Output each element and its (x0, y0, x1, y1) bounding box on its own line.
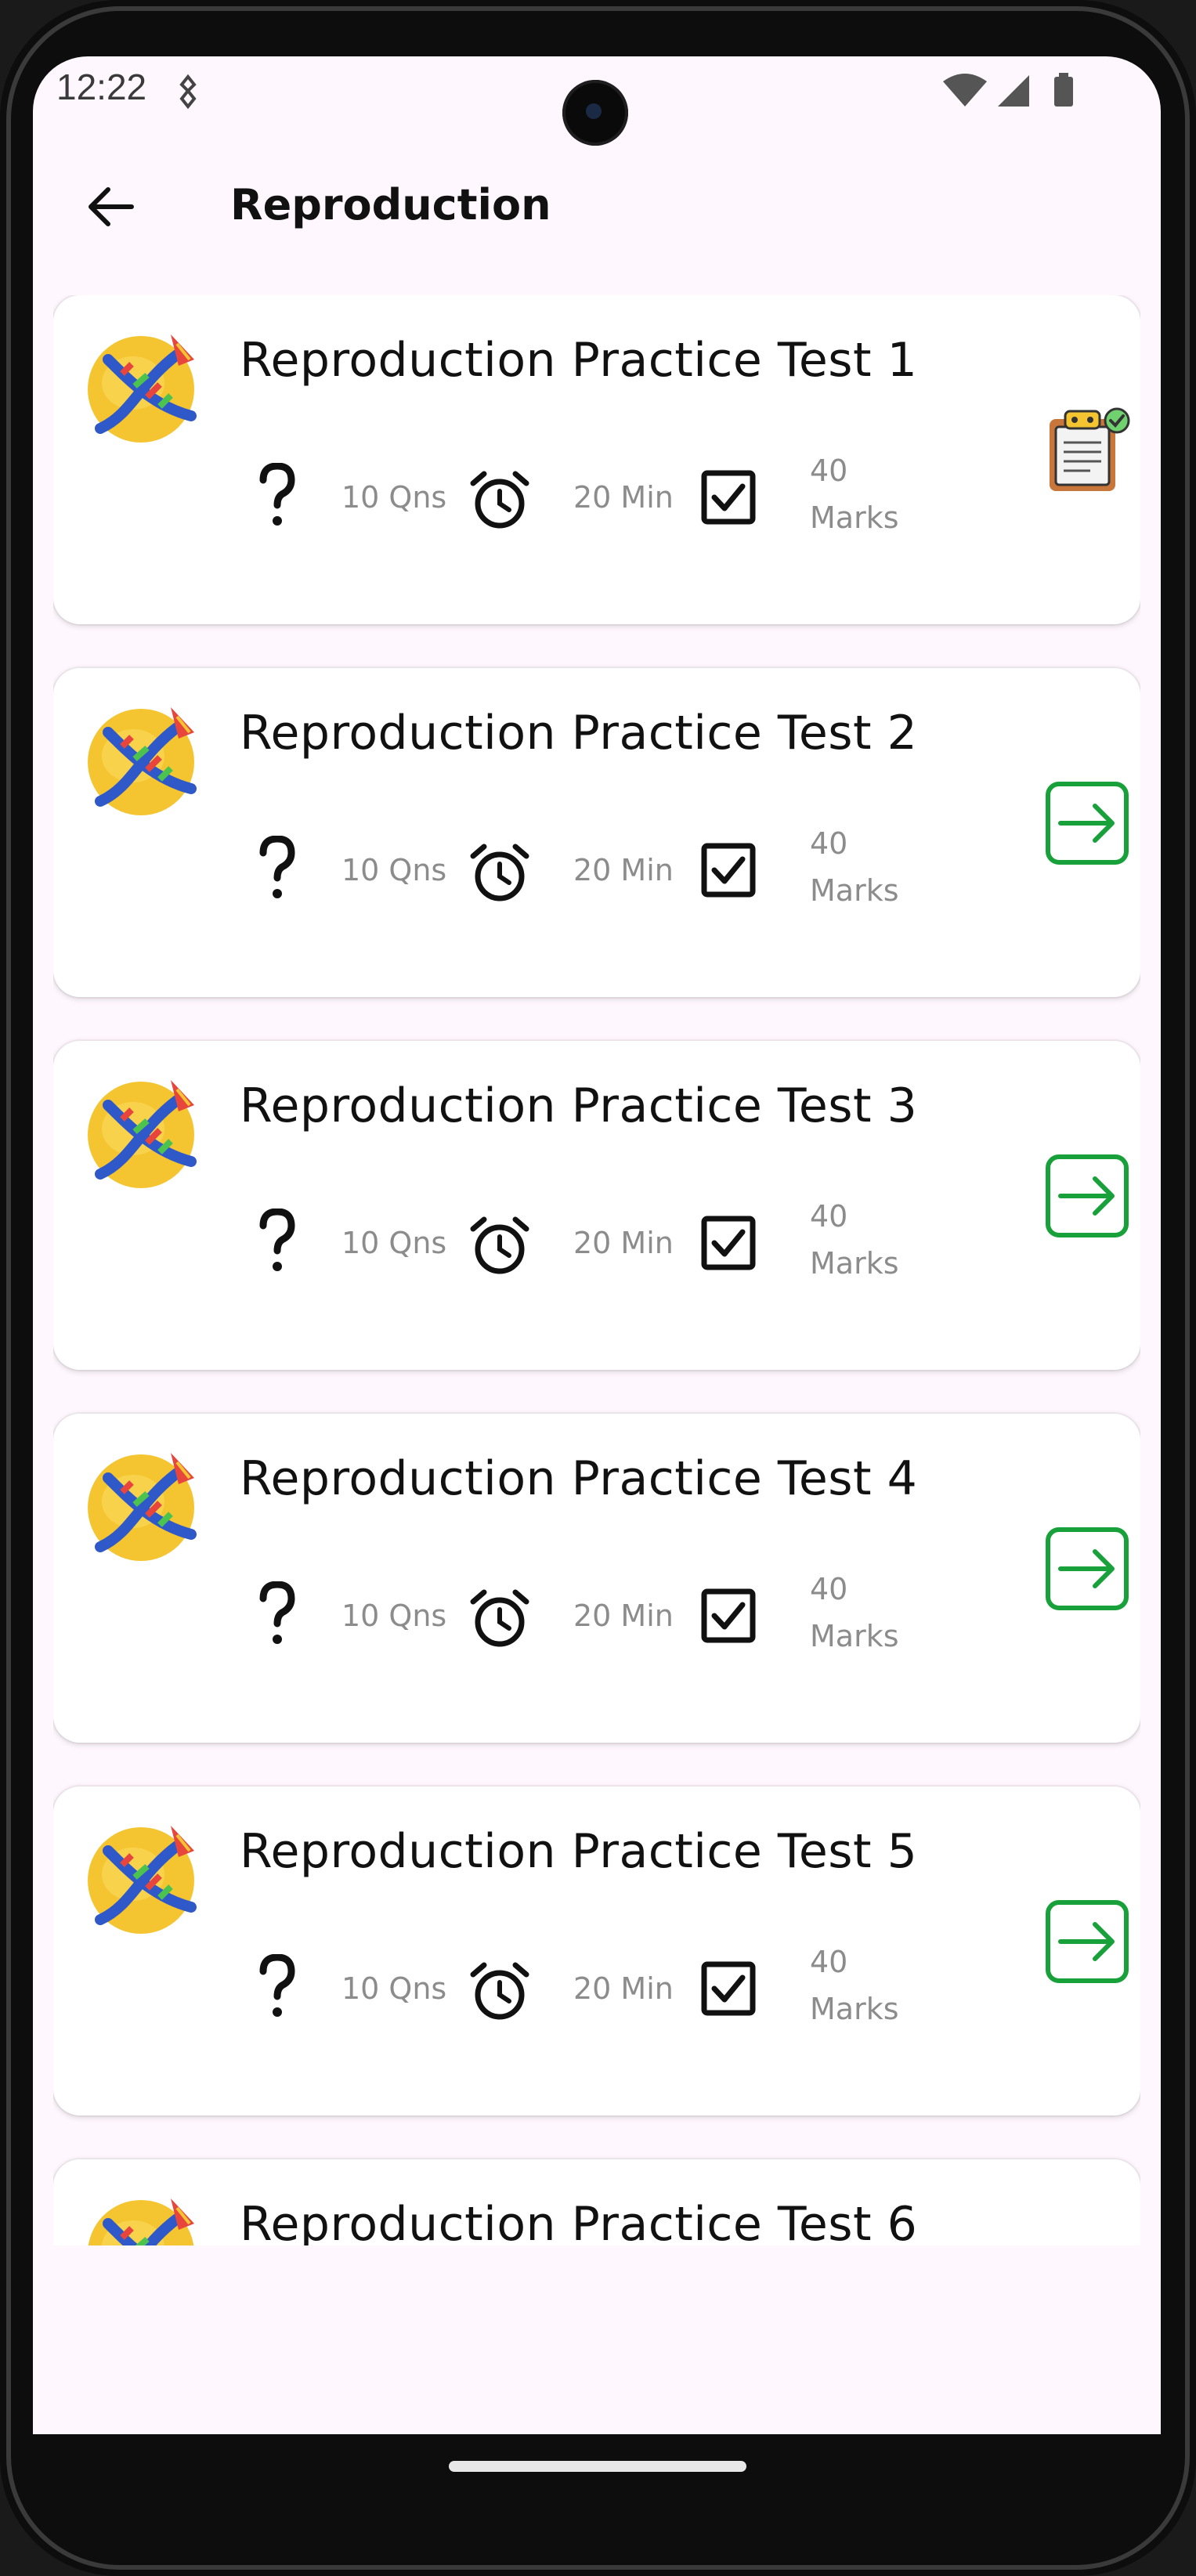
question-count: 10 Qns (341, 480, 447, 515)
marks-value: 40 (810, 1199, 848, 1234)
front-camera (562, 80, 628, 146)
marks-unit: Marks (810, 500, 899, 535)
test-title: Reproduction Practice Test 1 (240, 333, 918, 388)
question-mark-icon (259, 1581, 295, 1644)
dna-icon (88, 707, 197, 815)
wifi-icon (943, 74, 987, 107)
dna-icon (88, 334, 197, 443)
notification-icon (179, 74, 197, 110)
alarm-clock-icon (470, 1216, 529, 1274)
start-test-button[interactable] (1043, 1152, 1131, 1240)
dna-icon (88, 1453, 197, 1561)
marks-value: 40 (810, 826, 848, 861)
marks-value: 40 (810, 1945, 848, 1979)
test-card[interactable]: Reproduction Practice Test 1 10 Qns 20 M… (53, 295, 1140, 624)
alarm-clock-icon (470, 1589, 529, 1647)
test-title: Reproduction Practice Test 2 (240, 706, 918, 761)
test-card[interactable]: Reproduction Practice Test 2 10 Qns 20 M… (53, 668, 1140, 997)
duration: 20 Min (573, 1599, 674, 1633)
question-count: 10 Qns (341, 1226, 447, 1260)
status-time: 12:22 (56, 67, 147, 107)
marks-unit: Marks (810, 1992, 899, 2026)
dna-icon (88, 1826, 197, 1934)
status-icons (943, 73, 1073, 107)
test-title: Reproduction Practice Test 4 (240, 1451, 918, 1506)
question-count: 10 Qns (341, 1971, 447, 2006)
arrow-left-icon (89, 187, 134, 226)
signal-icon (998, 75, 1029, 107)
duration: 20 Min (573, 1971, 674, 2006)
test-title: Reproduction Practice Test 3 (240, 1078, 918, 1133)
start-arrow-icon (1046, 1527, 1129, 1610)
question-count: 10 Qns (341, 853, 447, 887)
test-title: Reproduction Practice Test 5 (240, 1824, 918, 1879)
marks-unit: Marks (810, 873, 899, 908)
test-card[interactable]: Reproduction Practice Test 6 10 Qns 20 M… (53, 2159, 1140, 2245)
test-title: Reproduction Practice Test 6 (240, 2197, 918, 2245)
alarm-clock-icon (470, 1962, 529, 2020)
home-indicator[interactable] (449, 2461, 746, 2472)
start-arrow-icon (1046, 1154, 1129, 1237)
dna-icon (88, 1080, 197, 1188)
marks-unit: Marks (810, 1246, 899, 1281)
duration: 20 Min (573, 853, 674, 887)
test-card[interactable]: Reproduction Practice Test 4 10 Qns 20 M… (53, 1414, 1140, 1743)
question-mark-icon (259, 463, 295, 526)
start-test-button[interactable] (1043, 1525, 1131, 1613)
app-bar: Reproduction (33, 150, 1161, 260)
checkbox-icon (701, 470, 756, 525)
completed-test-button[interactable] (1043, 406, 1131, 494)
checkbox-icon (701, 1588, 756, 1643)
question-mark-icon (259, 1209, 295, 1271)
question-count: 10 Qns (341, 1599, 447, 1633)
test-card[interactable]: Reproduction Practice Test 5 10 Qns 20 M… (53, 1787, 1140, 2115)
back-button[interactable] (77, 174, 143, 240)
test-list[interactable]: Reproduction Practice Test 1 10 Qns 20 M… (53, 295, 1140, 2245)
start-arrow-icon (1046, 1900, 1129, 1983)
checkbox-icon (701, 1216, 756, 1270)
marks-value: 40 (810, 453, 848, 488)
question-mark-icon (259, 1954, 295, 2017)
battery-icon (1054, 73, 1073, 107)
test-card[interactable]: Reproduction Practice Test 3 10 Qns 20 M… (53, 1041, 1140, 1370)
question-mark-icon (259, 836, 295, 898)
clipboard-completed-icon (1050, 407, 1130, 491)
checkbox-icon (701, 843, 756, 898)
alarm-clock-icon (470, 471, 529, 529)
start-test-button[interactable] (1043, 779, 1131, 867)
start-arrow-icon (1046, 782, 1129, 865)
dna-icon (88, 2198, 194, 2245)
screen: 12:22 Reproduction Reproduction Practice… (33, 56, 1161, 2484)
duration: 20 Min (573, 1226, 674, 1260)
marks-unit: Marks (810, 1619, 899, 1653)
marks-value: 40 (810, 1572, 848, 1606)
duration: 20 Min (573, 480, 674, 515)
alarm-clock-icon (470, 844, 529, 901)
bottom-spacer (33, 2287, 1161, 2434)
page-title: Reproduction (230, 180, 551, 229)
checkbox-icon (701, 1961, 756, 2016)
start-test-button[interactable] (1043, 1898, 1131, 1985)
